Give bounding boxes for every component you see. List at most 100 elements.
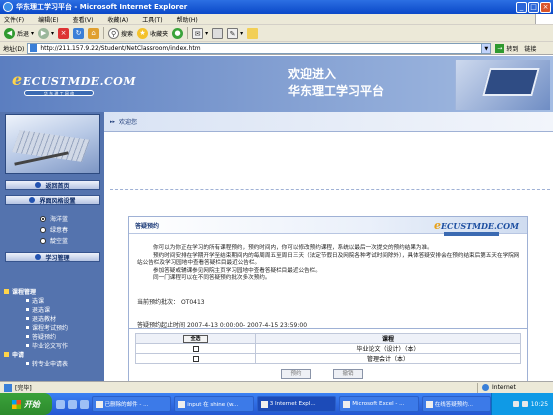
ie-icon: [3, 2, 13, 12]
address-input[interactable]: http://211.157.9.22/Student/NetClassroom…: [27, 42, 483, 54]
course-checkbox[interactable]: [192, 355, 199, 362]
window-title: 华东理工学习平台 - Microsoft Internet Explorer: [16, 3, 188, 11]
taskbar-item[interactable]: Microsoft Excel - ...: [339, 396, 419, 412]
site-banner: eECUSTMDE.COM 华 东 理 工 网 络 欢迎进入 华东理工学习平台: [0, 56, 553, 112]
current-batch-value: OT0413: [180, 299, 205, 306]
course-column-header: 课程: [255, 333, 521, 344]
quick-launch-app-icon[interactable]: [79, 399, 89, 409]
quick-launch-ie-icon[interactable]: [55, 399, 65, 409]
radio-selected[interactable]: [40, 215, 46, 222]
home-button[interactable]: ⌂: [88, 27, 100, 39]
chevron-down-icon: ▾: [51, 29, 55, 37]
panel-title: 答疑预约: [135, 222, 160, 230]
folder-icon: [4, 289, 9, 294]
select-all-cell: 全选: [135, 333, 256, 344]
folder-button[interactable]: [247, 27, 259, 39]
taskbar-item[interactable]: input 在 shine (w...: [174, 396, 254, 412]
stop-button[interactable]: ×: [58, 27, 70, 39]
cancel-booking-button[interactable]: 撤销: [333, 369, 363, 379]
close-button[interactable]: ×: [540, 1, 551, 13]
menu-group-label: 申请: [12, 352, 25, 359]
site-logo[interactable]: eECUSTMDE.COM 华 东 理 工 网 络: [12, 70, 136, 96]
mail-button[interactable]: ✉ ▾: [192, 27, 209, 39]
study-management-button[interactable]: 学习管理: [5, 252, 100, 262]
quick-launch-desktop-icon[interactable]: [67, 399, 77, 409]
favorites-label: 收藏夹: [150, 30, 169, 38]
course-name: 毕业论文（设计）（本）: [255, 343, 521, 354]
status-text: [完毕]: [15, 385, 32, 392]
go-button[interactable]: → 转到: [495, 43, 518, 53]
theme-option-green[interactable]: 绿意春: [40, 225, 68, 234]
stop-icon: ×: [58, 27, 70, 39]
back-button[interactable]: ◀ 后退 ▾: [4, 27, 35, 39]
minimize-button[interactable]: _: [516, 1, 527, 13]
menu-item-qa-booking[interactable]: 答疑预约: [4, 332, 100, 341]
refresh-button[interactable]: ↻: [73, 27, 85, 39]
taskbar-item[interactable]: 在线答疑预约...: [421, 396, 492, 412]
main-content: ▸▸ 欢迎您 答疑预约 eECUSTMDE.COM 你可以为你正在学习的所有课程…: [104, 112, 553, 381]
theme-settings-button[interactable]: 界面风格设置: [5, 195, 100, 205]
address-label: 地址(D): [3, 45, 25, 53]
home-nav-button[interactable]: 返回首页: [5, 180, 100, 190]
radio-unselected[interactable]: [40, 237, 46, 244]
start-button[interactable]: 开始: [0, 393, 52, 415]
notice-line: 同一门课程可以在不同答疑预约批次多次预约。: [153, 275, 271, 281]
menu-file[interactable]: 文件(F): [4, 15, 24, 24]
security-zone: Internet: [477, 382, 553, 393]
mail-icon: [95, 400, 103, 408]
menu-favorites[interactable]: 收藏(A): [107, 15, 128, 24]
star-icon: ★: [137, 27, 149, 39]
maximize-button[interactable]: □: [528, 1, 539, 13]
taskbar-item-active[interactable]: 3 Internet Expl...: [256, 396, 337, 412]
windows-logo-icon: [11, 399, 21, 409]
menu-view[interactable]: 查看(V): [73, 15, 94, 24]
menu-group-course[interactable]: 课程管理: [4, 287, 100, 296]
forward-button[interactable]: ▶ ▾: [38, 27, 55, 39]
search-button[interactable]: ⚲ 搜索: [108, 27, 134, 39]
terminal-icon: [178, 400, 186, 408]
menu-item-thesis[interactable]: 毕业论文写作: [4, 341, 100, 350]
notice-line: 你可以为你正在学习的所有课程预约，预约时间内，你可以修改预约课程，系统以最后一次…: [153, 245, 433, 251]
edit-button[interactable]: ✎ ▾: [227, 27, 243, 39]
banner-title-line2: 华东理工学习平台: [288, 84, 385, 98]
tray-icon[interactable]: [521, 401, 528, 407]
bullet-icon: [35, 182, 42, 188]
toolbar: ◀ 后退 ▾ ▶ ▾ × ↻ ⌂ ⚲ 搜索 ★ 收藏夹 ● ✉ ▾ ✎ ▾: [0, 25, 553, 42]
theme-settings-label: 界面风格设置: [39, 197, 76, 205]
chevron-down-icon: ▾: [31, 29, 35, 37]
links-button[interactable]: 链接: [524, 44, 536, 53]
menu-item-drop-course[interactable]: 退选课: [4, 305, 100, 314]
menu-item-transfer-major[interactable]: 转专业申请表: [4, 359, 100, 368]
course-checkbox[interactable]: [192, 345, 199, 352]
favorites-button[interactable]: ★ 收藏夹: [137, 27, 169, 39]
address-bar: 地址(D) http://211.157.9.22/Student/NetCla…: [0, 42, 553, 55]
printer-icon: [212, 27, 224, 39]
menu-edit[interactable]: 编辑(E): [38, 15, 58, 24]
print-button[interactable]: [212, 27, 224, 39]
banner-laptop-image: [455, 60, 550, 110]
bullet-icon: [35, 254, 42, 260]
tray-icon[interactable]: [512, 401, 519, 407]
taskbar-item[interactable]: 已删除的邮件 - ...: [91, 396, 172, 412]
chevron-down-icon: ▾: [205, 29, 209, 37]
address-dropdown[interactable]: ▼: [482, 42, 492, 54]
window-title-bar: 华东理工学习平台 - Microsoft Internet Explorer _…: [0, 0, 553, 14]
taskbar-item-label: input 在 shine (w...: [187, 402, 239, 408]
ie-icon: [260, 400, 268, 408]
theme-option-ocean[interactable]: 海洋蓝: [40, 214, 68, 223]
radio-unselected[interactable]: [40, 226, 46, 233]
menu-item-drop-textbook[interactable]: 退选教材: [4, 314, 100, 323]
media-button[interactable]: ●: [172, 27, 184, 39]
search-label: 搜索: [121, 30, 134, 38]
menu-item-select-course[interactable]: 选课: [4, 296, 100, 305]
select-all-button[interactable]: 全选: [183, 334, 208, 343]
theme-option-indigo[interactable]: 靛空蓝: [40, 236, 68, 245]
submit-booking-button[interactable]: 预约: [281, 369, 311, 379]
form-buttons: 预约 撤销: [281, 369, 363, 379]
menu-help[interactable]: 帮助(H): [177, 15, 198, 24]
menu-group-apply[interactable]: 申请: [4, 350, 100, 359]
menu-tools[interactable]: 工具(T): [142, 15, 162, 24]
go-arrow-icon: →: [495, 43, 505, 53]
menu-item-exam-booking[interactable]: 课程考试预约: [4, 323, 100, 332]
study-management-label: 学习管理: [45, 254, 70, 262]
